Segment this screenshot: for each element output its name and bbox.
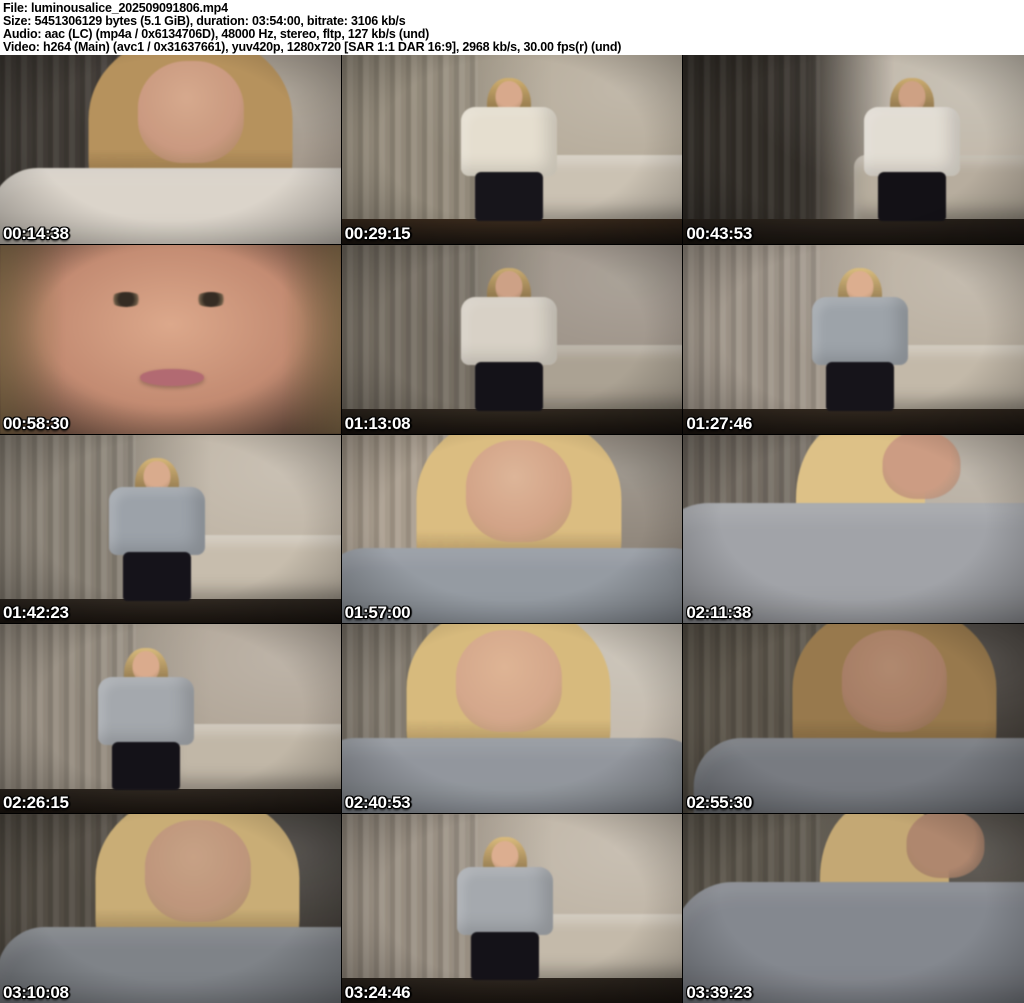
video-thumbnail: 02:11:38: [683, 434, 1024, 624]
video-thumbnail: 01:57:00: [341, 434, 683, 624]
video-thumbnail: 02:40:53: [341, 624, 683, 814]
timestamp-overlay: 00:29:15: [344, 223, 411, 243]
vignette-overlay: [683, 55, 1024, 244]
video-thumbnail: 03:10:08: [0, 814, 341, 1003]
timestamp-overlay: 03:10:08: [3, 983, 69, 1002]
video-thumbnail: 00:43:53: [683, 55, 1024, 244]
timestamp-overlay: 02:11:38: [686, 603, 752, 623]
thumbnail-grid: 00:14:38 00:29:15 00:43:53 00:58:30 01:1…: [0, 55, 1024, 1003]
timestamp-overlay: 00:58:30: [3, 413, 69, 433]
vignette-overlay: [0, 814, 341, 1003]
vignette-overlay: [0, 434, 341, 624]
vignette-overlay: [341, 434, 683, 624]
vignette-overlay: [341, 244, 683, 434]
vignette-overlay: [0, 55, 341, 244]
timestamp-overlay: 03:24:46: [344, 983, 411, 1002]
vignette-overlay: [683, 814, 1024, 1003]
timestamp-overlay: 02:40:53: [344, 793, 411, 813]
video-info-line: Video: h264 (Main) (avc1 / 0x31637661), …: [3, 40, 622, 54]
timestamp-overlay: 01:13:08: [344, 413, 411, 433]
timestamp-overlay: 00:14:38: [3, 223, 69, 243]
timestamp-overlay: 00:43:53: [686, 223, 752, 243]
video-thumbnail: 00:29:15: [341, 55, 683, 244]
timestamp-overlay: 01:57:00: [344, 603, 411, 623]
vignette-overlay: [0, 624, 341, 814]
vignette-overlay: [683, 434, 1024, 624]
video-thumbnail: 03:24:46: [341, 814, 683, 1003]
video-thumbnail: 01:27:46: [683, 244, 1024, 434]
metadata-header: File: luminousalice_202509091806.mp4 Siz…: [0, 0, 1024, 55]
timestamp-overlay: 02:26:15: [3, 793, 69, 813]
timestamp-overlay: 01:42:23: [3, 603, 69, 623]
video-thumbnail: 00:58:30: [0, 244, 341, 434]
video-thumbnail: 02:55:30: [683, 624, 1024, 814]
vignette-overlay: [683, 244, 1024, 434]
video-thumbnail: 03:39:23: [683, 814, 1024, 1003]
vignette-overlay: [341, 624, 683, 814]
vignette-overlay: [683, 624, 1024, 814]
vignette-overlay: [341, 814, 683, 1003]
vignette-overlay: [341, 55, 683, 244]
video-thumbnail: 01:42:23: [0, 434, 341, 624]
vignette-overlay: [0, 244, 341, 434]
video-thumbnail: 02:26:15: [0, 624, 341, 814]
video-thumbnail: 01:13:08: [341, 244, 683, 434]
timestamp-overlay: 03:39:23: [686, 983, 752, 1002]
video-thumbnail: 00:14:38: [0, 55, 341, 244]
timestamp-overlay: 01:27:46: [686, 413, 752, 433]
timestamp-overlay: 02:55:30: [686, 793, 752, 813]
